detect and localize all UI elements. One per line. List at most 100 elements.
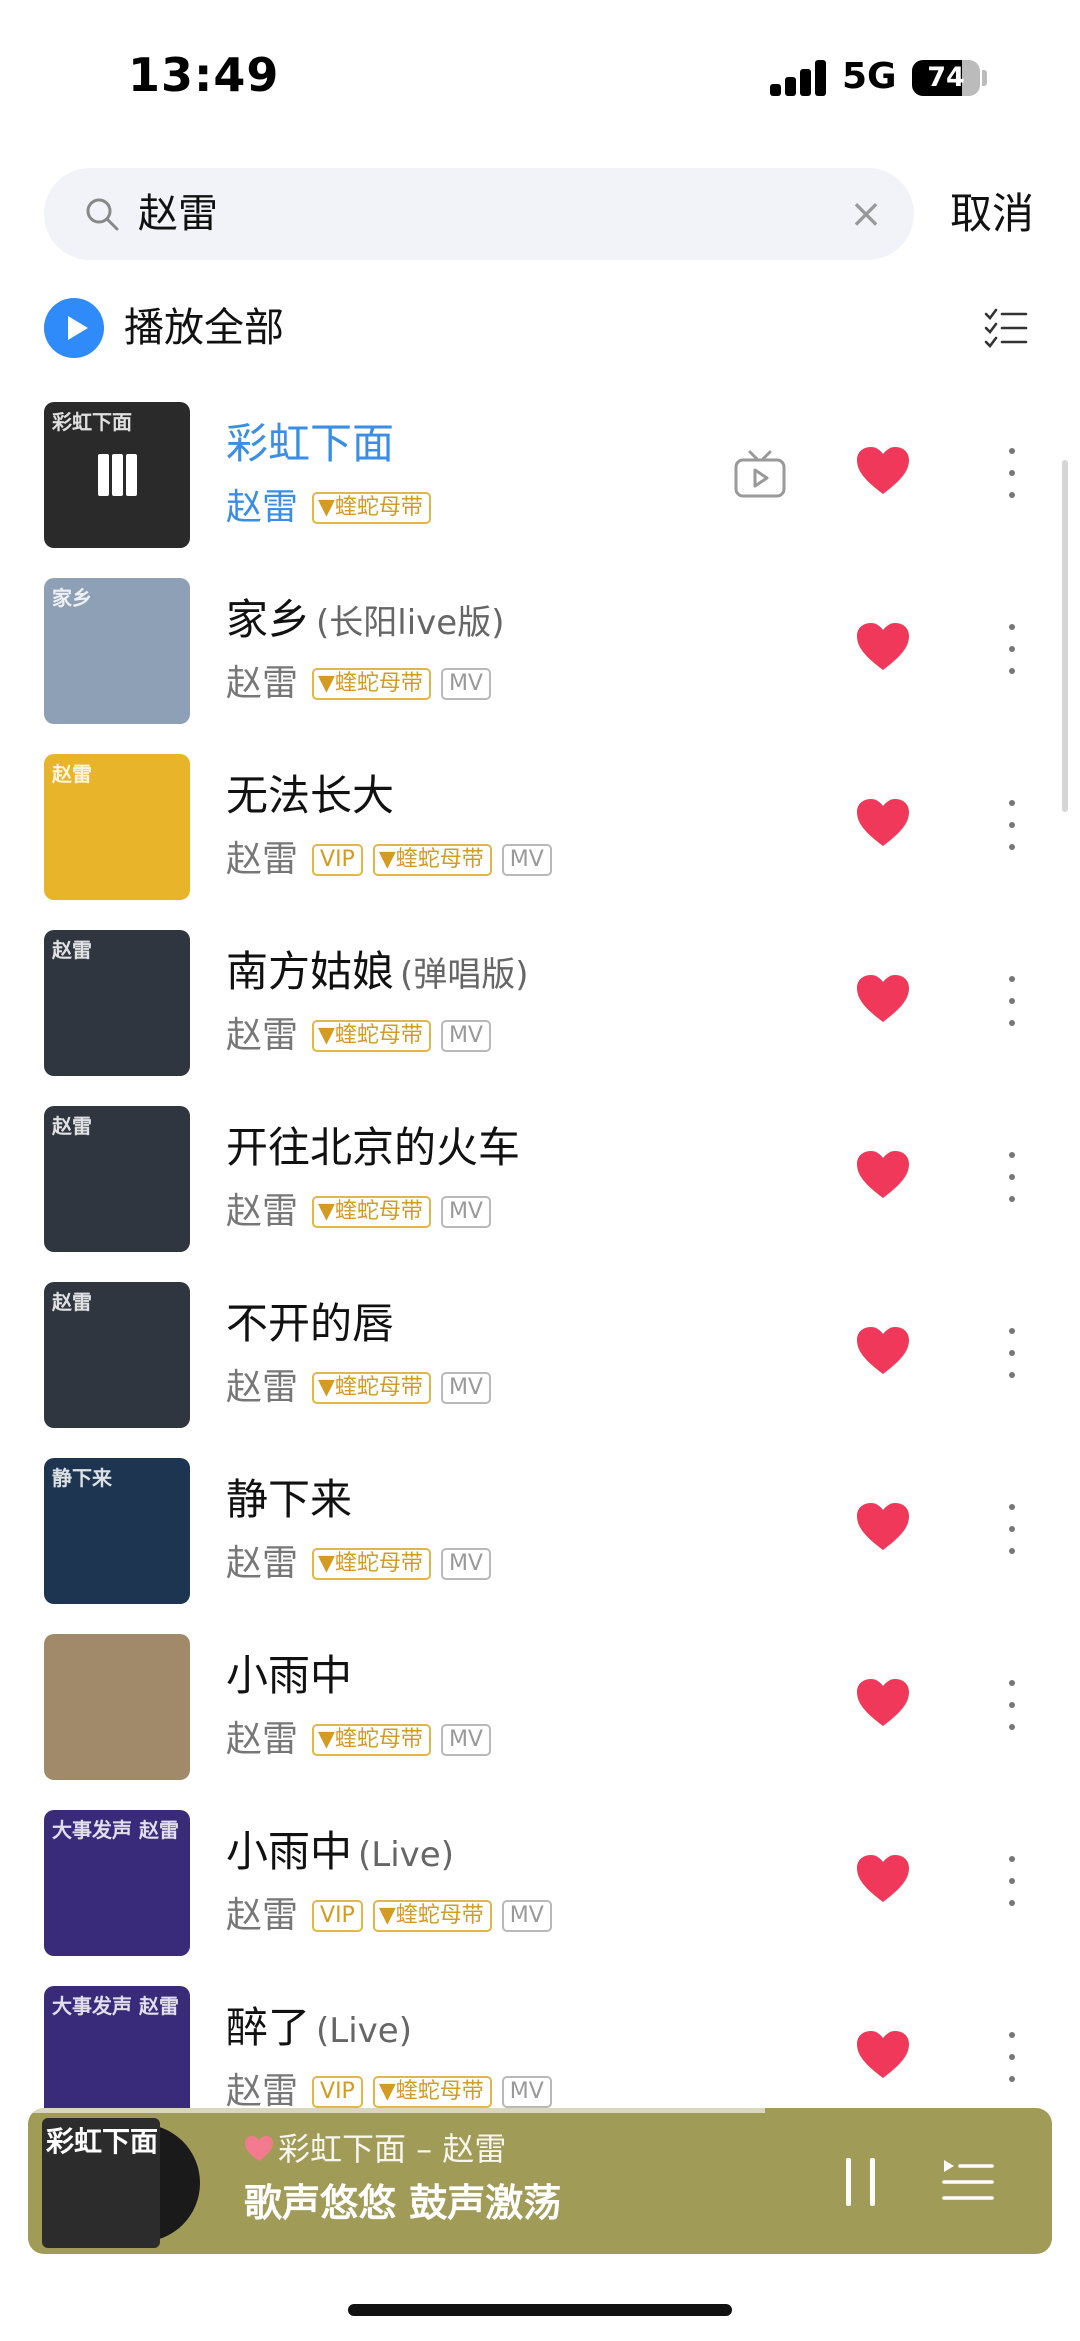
- artist-name[interactable]: 赵雷: [226, 486, 298, 530]
- home-indicator[interactable]: [348, 2304, 732, 2316]
- artist-name[interactable]: 赵雷: [226, 1190, 298, 1234]
- artist-name[interactable]: 赵雷: [226, 1894, 298, 1938]
- song-title[interactable]: 家乡 (长阳live版): [226, 592, 504, 651]
- pause-button[interactable]: [842, 2158, 880, 2206]
- album-cover-text: 赵雷: [52, 762, 92, 786]
- heart-icon[interactable]: [244, 2135, 274, 2163]
- artist-name[interactable]: 赵雷: [226, 1542, 298, 1586]
- song-title[interactable]: 不开的唇: [226, 1296, 394, 1352]
- album-cover-text: 大事发声 赵雷: [52, 1994, 179, 2018]
- more-options-icon[interactable]: [1000, 1680, 1024, 1734]
- song-row[interactable]: 大事发声 赵雷 小雨中 (Live) 赵雷 VIP ▼蝰蛇母带 MV: [0, 1810, 1080, 1986]
- album-cover[interactable]: 赵雷: [44, 1106, 190, 1252]
- song-title[interactable]: 彩虹下面: [226, 416, 394, 472]
- artist-name[interactable]: 赵雷: [226, 838, 298, 882]
- song-row[interactable]: 赵雷 无法长大 赵雷 VIP ▼蝰蛇母带 MV: [0, 754, 1080, 930]
- playlist-queue-icon[interactable]: [940, 2154, 994, 2208]
- album-cover-text: 静下来: [52, 1466, 112, 1490]
- cancel-button[interactable]: 取消: [950, 184, 1034, 244]
- heart-icon[interactable]: [856, 446, 910, 496]
- quality-badge: ▼蝰蛇母带: [372, 1900, 492, 1932]
- album-cover[interactable]: 彩虹下面: [44, 402, 190, 548]
- song-title[interactable]: 小雨中 (Live): [226, 1824, 454, 1883]
- status-time: 13:49: [128, 48, 280, 102]
- cellular-signal-icon: [770, 60, 828, 96]
- more-options-icon[interactable]: [1000, 1856, 1024, 1910]
- song-title[interactable]: 静下来: [226, 1472, 352, 1528]
- mv-badge: MV: [501, 1900, 552, 1932]
- song-meta: 赵雷 VIP ▼蝰蛇母带 MV: [226, 1894, 562, 1938]
- artist-name[interactable]: 赵雷: [226, 1718, 298, 1762]
- search-input[interactable]: 赵雷: [138, 188, 218, 240]
- song-version: (Live): [358, 1835, 454, 1875]
- vip-badge: VIP: [312, 2076, 363, 2108]
- search-bar[interactable]: 赵雷 ×: [44, 168, 914, 260]
- more-options-icon[interactable]: [1000, 1328, 1024, 1382]
- song-row[interactable]: 彩虹下面 彩虹下面 赵雷 ▼蝰蛇母带: [0, 402, 1080, 578]
- more-options-icon[interactable]: [1000, 2032, 1024, 2086]
- song-title-text: 家乡: [226, 595, 311, 644]
- album-cover[interactable]: 家乡: [44, 578, 190, 724]
- artist-name[interactable]: 赵雷: [226, 1366, 298, 1410]
- video-icon[interactable]: [734, 450, 786, 498]
- song-row[interactable]: 小雨中赵雷 ▼蝰蛇母带 MV: [0, 1634, 1080, 1810]
- mv-badge: MV: [440, 1372, 491, 1404]
- more-options-icon[interactable]: [1000, 624, 1024, 678]
- artist-name[interactable]: 赵雷: [226, 662, 298, 706]
- scrollbar[interactable]: [1062, 460, 1068, 812]
- heart-icon[interactable]: [856, 2030, 910, 2080]
- song-meta: 赵雷 ▼蝰蛇母带 MV: [226, 1718, 501, 1762]
- song-row[interactable]: 赵雷 南方姑娘 (弹唱版) 赵雷 ▼蝰蛇母带 MV: [0, 930, 1080, 1106]
- play-all-button[interactable]: 播放全部: [124, 300, 284, 356]
- play-all-icon[interactable]: [44, 298, 104, 358]
- vip-badge: VIP: [312, 1900, 363, 1932]
- lyric-line: 歌声悠悠 鼓声激荡: [244, 2181, 562, 2225]
- pause-icon[interactable]: [92, 454, 142, 496]
- clear-search-icon[interactable]: ×: [844, 192, 888, 236]
- quality-badge: ▼蝰蛇母带: [312, 668, 431, 700]
- heart-icon[interactable]: [856, 974, 910, 1024]
- more-options-icon[interactable]: [1000, 800, 1024, 854]
- more-options-icon[interactable]: [1000, 1504, 1024, 1558]
- song-row[interactable]: 家乡 家乡 (长阳live版) 赵雷 ▼蝰蛇母带 MV: [0, 578, 1080, 754]
- album-cover[interactable]: [44, 1634, 190, 1780]
- song-title-text: 南方姑娘: [226, 947, 395, 996]
- battery-cap: [982, 70, 987, 86]
- album-cover[interactable]: 大事发声 赵雷: [44, 1810, 190, 1956]
- heart-icon[interactable]: [856, 1854, 910, 1904]
- mv-badge: MV: [440, 1548, 491, 1580]
- quality-badge: ▼蝰蛇母带: [312, 492, 431, 524]
- heart-icon[interactable]: [856, 1502, 910, 1552]
- song-meta: 赵雷 ▼蝰蛇母带 MV: [226, 1190, 501, 1234]
- heart-icon[interactable]: [856, 1326, 910, 1376]
- song-row[interactable]: 静下来 静下来 赵雷 ▼蝰蛇母带 MV: [0, 1458, 1080, 1634]
- song-row[interactable]: 赵雷 开往北京的火车 赵雷 ▼蝰蛇母带 MV: [0, 1106, 1080, 1282]
- mini-player[interactable]: 彩虹下面 彩虹下面 – 赵雷 歌声悠悠 鼓声激荡: [28, 2108, 1052, 2254]
- album-art-text: 彩虹下面: [46, 2125, 159, 2158]
- now-playing-cover[interactable]: 彩虹下面: [42, 2118, 200, 2248]
- song-list: 彩虹下面 彩虹下面 赵雷 ▼蝰蛇母带 家乡 家乡 (长阳live版) 赵雷 ▼蝰蛇母带 MV 赵雷无…: [0, 402, 1080, 2162]
- song-title[interactable]: 无法长大: [226, 768, 394, 824]
- heart-icon[interactable]: [856, 622, 910, 672]
- song-title[interactable]: 开往北京的火车: [226, 1120, 520, 1176]
- artist-name[interactable]: 赵雷: [226, 1014, 298, 1058]
- multi-select-icon[interactable]: [984, 306, 1028, 350]
- more-options-icon[interactable]: [1000, 448, 1024, 502]
- heart-icon[interactable]: [856, 1678, 910, 1728]
- song-title[interactable]: 南方姑娘 (弹唱版): [226, 944, 529, 1003]
- song-title[interactable]: 小雨中: [226, 1648, 352, 1704]
- more-options-icon[interactable]: [1000, 976, 1024, 1030]
- album-cover[interactable]: 赵雷: [44, 754, 190, 900]
- album-cover[interactable]: 静下来: [44, 1458, 190, 1604]
- album-cover[interactable]: 赵雷: [44, 930, 190, 1076]
- song-row[interactable]: 赵雷 不开的唇 赵雷 ▼蝰蛇母带 MV: [0, 1282, 1080, 1458]
- song-title[interactable]: 醉了 (Live): [226, 2000, 412, 2059]
- status-bar: 13:49 5G 74: [0, 0, 1080, 150]
- album-cover-text: 家乡: [52, 586, 92, 610]
- battery-level: 74: [927, 62, 965, 93]
- album-cover[interactable]: 赵雷: [44, 1282, 190, 1428]
- heart-icon[interactable]: [856, 798, 910, 848]
- more-options-icon[interactable]: [1000, 1152, 1024, 1206]
- heart-icon[interactable]: [856, 1150, 910, 1200]
- quality-badge: ▼蝰蛇母带: [312, 1196, 431, 1228]
